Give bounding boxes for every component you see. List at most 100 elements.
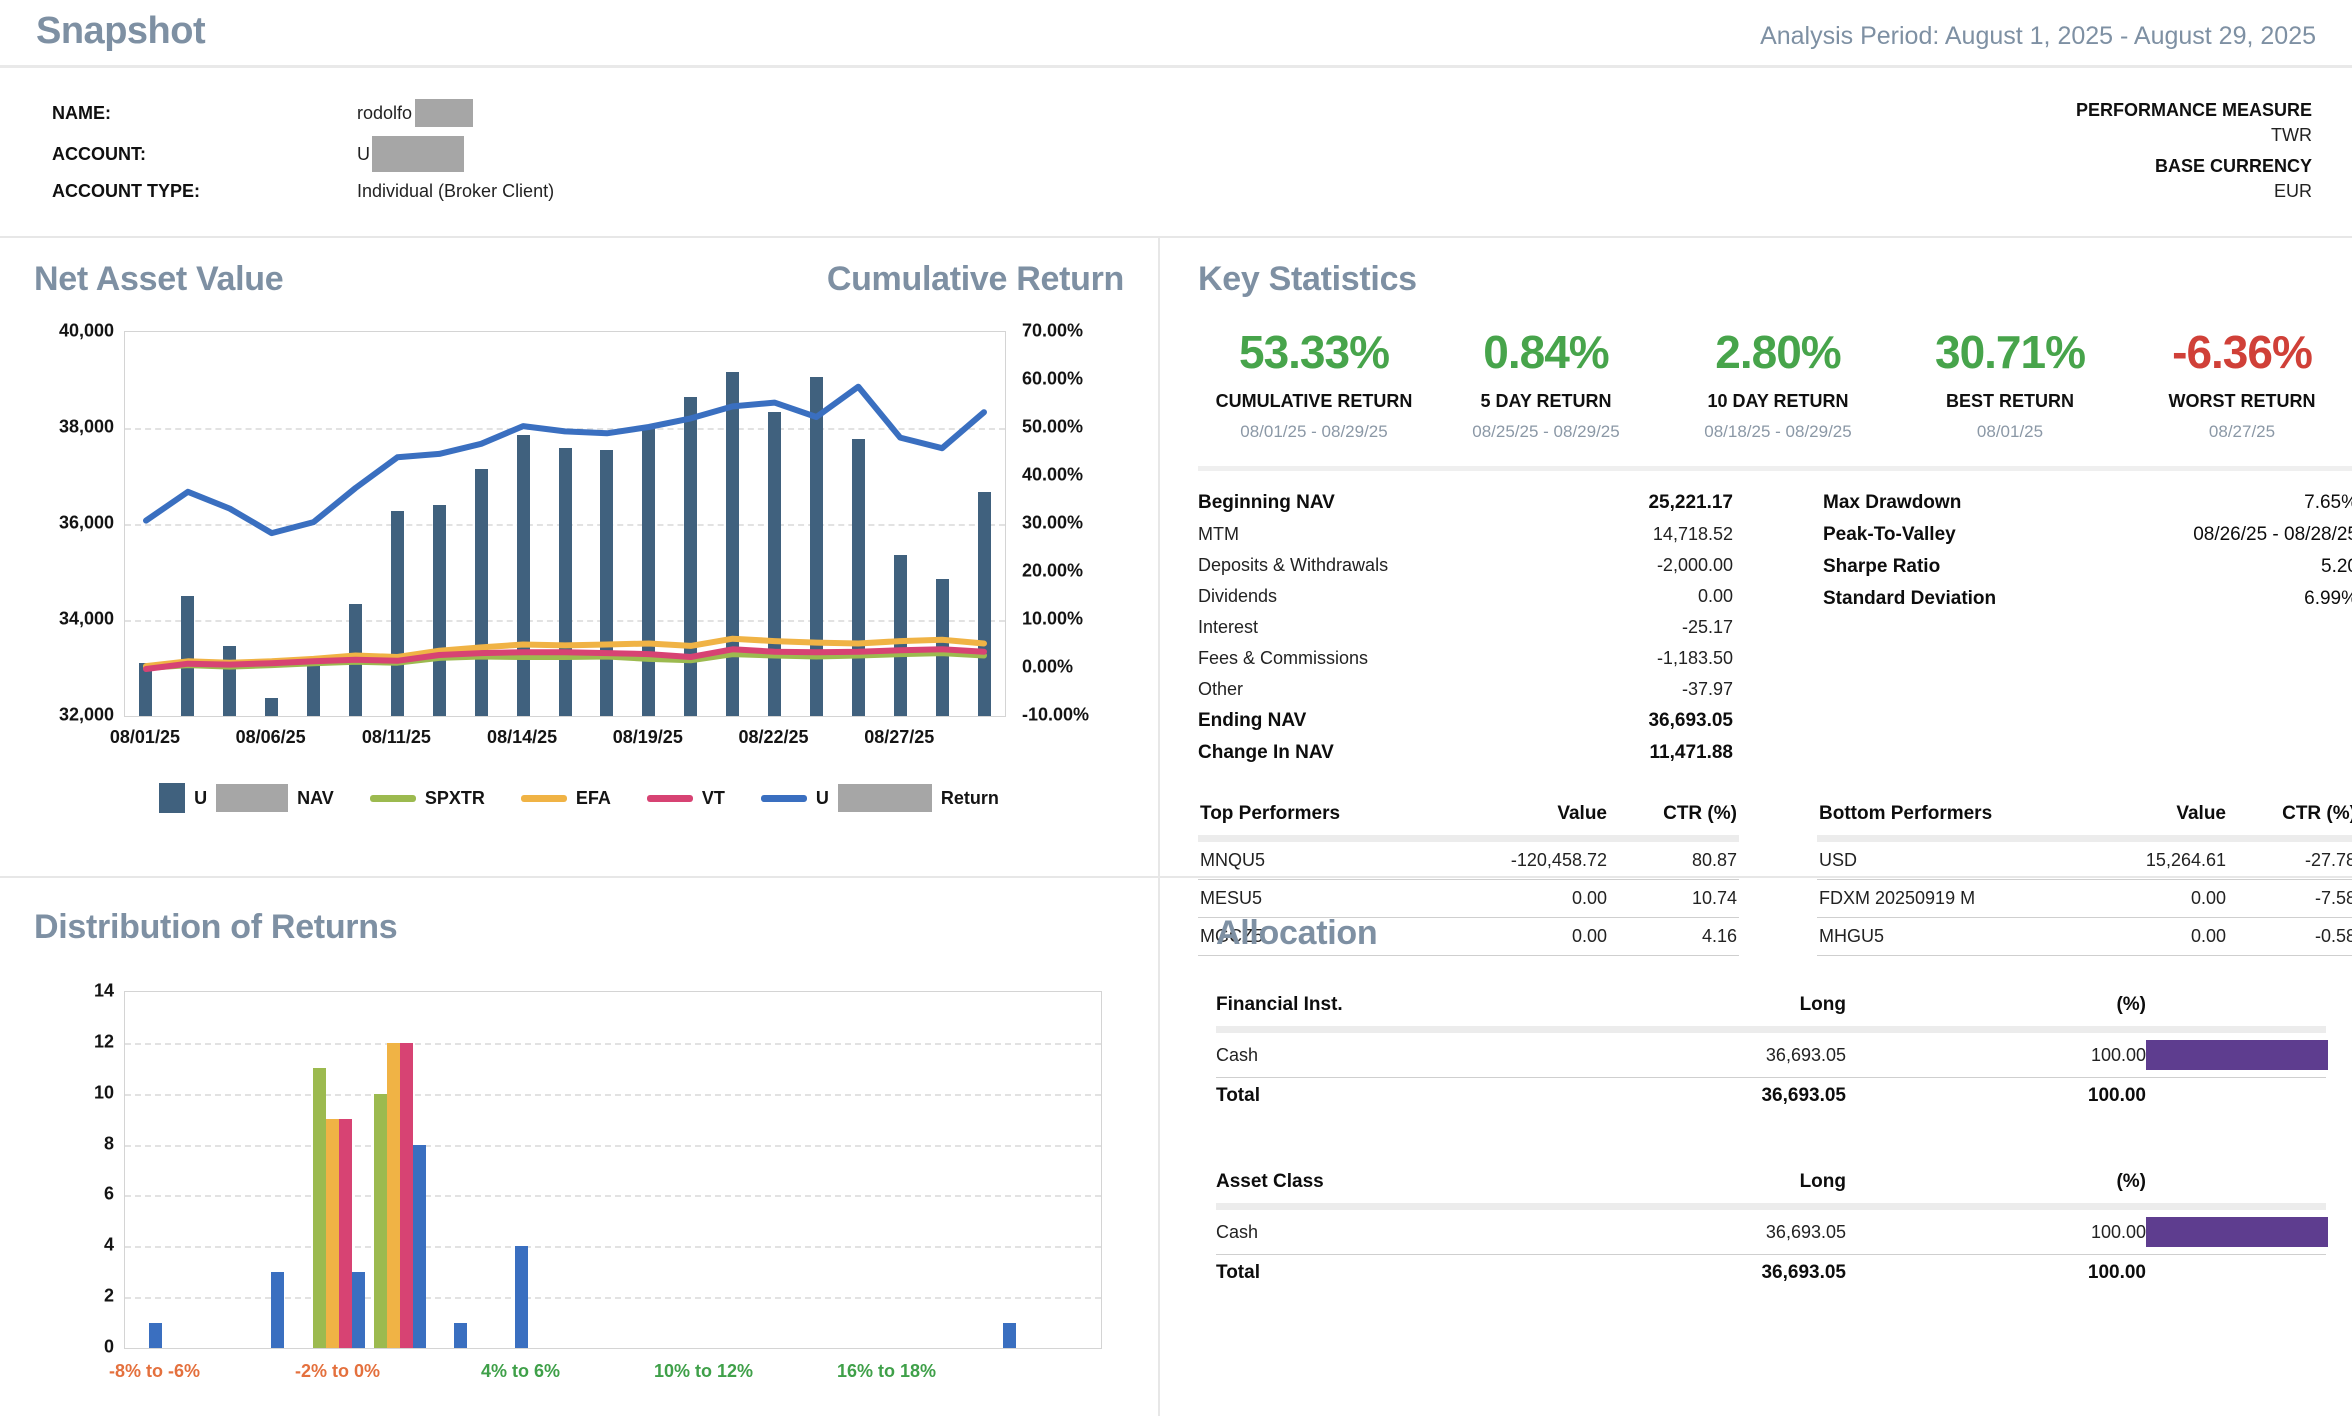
performer-row: FDXM 20250919 M0.00-7.58 <box>1817 880 2352 918</box>
stat-value: 2.80% <box>1662 325 1894 379</box>
account-info-label: ACCOUNT TYPE: <box>52 181 357 202</box>
stat-block: -6.36%WORST RETURN08/27/25 <box>2126 325 2352 442</box>
risk-metrics-table: Max Drawdown7.65%Peak-To-Valley08/26/25 … <box>1823 487 2352 769</box>
allocation-total-row: Total36,693.05100.00 <box>1216 1078 2326 1114</box>
stat-label: 5 DAY RETURN <box>1430 391 1662 412</box>
performers-header-row: Bottom PerformersValueCTR (%) <box>1817 795 2352 835</box>
legend-label: VT <box>702 788 725 809</box>
allocation-row: Cash36,693.05100.00 <box>1216 1033 2326 1077</box>
account-info-value: rodolfo <box>357 99 473 127</box>
nav-right-axis-tick: 50.00% <box>1022 417 1083 438</box>
allocation-tables: Financial Inst.Long(%)Cash36,693.05100.0… <box>1216 987 2352 1291</box>
account-info-value: Individual (Broker Client) <box>357 181 554 202</box>
analysis-period: Analysis Period: August 1, 2025 - August… <box>1760 22 2316 53</box>
distribution-y-tick: 8 <box>104 1133 114 1154</box>
nav-left-axis-tick: 38,000 <box>59 417 114 438</box>
nav-right-axis-tick: 20.00% <box>1022 561 1083 582</box>
allocation-row: Cash36,693.05100.00 <box>1216 1210 2326 1254</box>
nav-bar <box>600 450 613 716</box>
nav-row-value: -25.17 <box>1682 617 1733 638</box>
nav-table-row: Change In NAV11,471.88 <box>1198 737 1733 769</box>
nav-row-value: 36,693.05 <box>1648 710 1733 732</box>
allocation-bar-zone <box>2146 1040 2328 1070</box>
nav-row-label: Dividends <box>1198 586 1277 607</box>
distribution-y-tick: 4 <box>104 1235 114 1256</box>
allocation-long-value: 36,693.05 <box>1516 1222 1846 1243</box>
allocation-table: Asset ClassLong(%)Cash36,693.05100.00Tot… <box>1216 1164 2326 1291</box>
nav-row-label: Change In NAV <box>1198 742 1334 764</box>
stat-date-range: 08/18/25 - 08/29/25 <box>1662 422 1894 442</box>
instrument-value: 0.00 <box>1427 926 1607 947</box>
nav-bar <box>517 435 530 716</box>
nav-x-axis-tick: 08/22/25 <box>738 727 808 748</box>
legend-swatch-efa <box>521 795 567 802</box>
nav-row-label: Other <box>1198 679 1243 700</box>
legend-swatch-return_blue <box>761 795 807 802</box>
risk-row-value: 7.65% <box>2304 492 2352 514</box>
distribution-y-tick: 14 <box>94 981 114 1002</box>
histogram-bar-return_blue <box>149 1323 162 1348</box>
instrument-ctr: -7.58 <box>2226 888 2352 909</box>
account-info-rows: NAME:rodolfoACCOUNT:UACCOUNT TYPE:Indivi… <box>52 90 554 212</box>
stat-block: 53.33%CUMULATIVE RETURN08/01/25 - 08/29/… <box>1198 325 1430 442</box>
stat-block: 2.80%10 DAY RETURN08/18/25 - 08/29/25 <box>1662 325 1894 442</box>
nav-x-axis-tick: 08/11/25 <box>362 727 431 748</box>
nav-x-axis-tick: 08/27/25 <box>864 727 934 748</box>
stat-value: 53.33% <box>1198 325 1430 379</box>
pct-column-header: (%) <box>1846 1171 2146 1193</box>
stat-date-range: 08/27/25 <box>2126 422 2352 442</box>
allocation-header-row: Financial Inst.Long(%) <box>1216 987 2326 1026</box>
nav-bar <box>139 663 152 716</box>
allocation-pct-value: 100.00 <box>1846 1045 2146 1066</box>
instrument-symbol: MESU5 <box>1200 888 1427 909</box>
setting-label: PERFORMANCE MEASURE <box>2076 100 2312 121</box>
nav-chart-legend: UNAVSPXTREFAVTUReturn <box>34 783 1124 813</box>
histogram-bar-efa <box>387 1043 400 1348</box>
risk-row-label: Max Drawdown <box>1823 492 1961 514</box>
nav-table-row: Fees & Commissions-1,183.50 <box>1198 643 1733 674</box>
nav-bar <box>810 377 823 716</box>
instrument-value: 15,264.61 <box>2046 850 2226 871</box>
nav-row-label: Ending NAV <box>1198 710 1306 732</box>
nav-left-axis-tick: 32,000 <box>59 705 114 726</box>
nav-left-axis: 40,00038,00036,00034,00032,000 <box>34 331 124 715</box>
distribution-x-tick: -8% to -6% <box>109 1361 200 1382</box>
histogram-bar-vt <box>339 1119 352 1348</box>
header-band <box>1216 1203 2326 1210</box>
nav-row-value: 14,718.52 <box>1653 524 1733 545</box>
nav-x-axis-tick: 08/01/25 <box>110 727 180 748</box>
nav-bar <box>768 412 781 716</box>
instrument-ctr: -0.58 <box>2226 926 2352 947</box>
redaction-box <box>415 99 473 127</box>
nav-left-axis-tick: 40,000 <box>59 321 114 342</box>
legend-swatch-nav_bar <box>159 783 185 813</box>
distribution-x-axis: -8% to -6%-2% to 0%4% to 6%10% to 12%16%… <box>124 1349 1100 1387</box>
performer-row: MNQU5-120,458.7280.87 <box>1198 842 1739 880</box>
allocation-category-header: Financial Inst. <box>1216 994 1516 1016</box>
nav-bar <box>265 698 278 716</box>
allocation-header-row: Asset ClassLong(%) <box>1216 1164 2326 1203</box>
long-column-header: Long <box>1516 1171 1846 1193</box>
legend-swatch-vt <box>647 795 693 802</box>
nav-row-value: -2,000.00 <box>1657 555 1733 576</box>
distribution-y-tick: 6 <box>104 1184 114 1205</box>
risk-row-label: Sharpe Ratio <box>1823 556 1940 578</box>
stat-date-range: 08/01/25 <box>1894 422 2126 442</box>
nav-left-axis-tick: 36,000 <box>59 513 114 534</box>
right-column: Key Statistics 53.33%CUMULATIVE RETURN08… <box>1160 238 2352 1416</box>
ctr-column-header: CTR (%) <box>2226 803 2352 825</box>
setting-value: TWR <box>2076 125 2312 146</box>
left-column: Net Asset Value Cumulative Return 40,000… <box>0 238 1160 1416</box>
distribution-y-tick: 12 <box>94 1031 114 1052</box>
histogram-bar-spxtr <box>313 1068 326 1348</box>
allocation-category-header: Asset Class <box>1216 1171 1516 1193</box>
nav-row-value: 0.00 <box>1698 586 1733 607</box>
legend-label-prefix: U <box>816 788 829 809</box>
nav-right-axis-tick: 10.00% <box>1022 609 1083 630</box>
redaction-box <box>372 136 464 172</box>
nav-and-risk-tables: Beginning NAV25,221.17MTM14,718.52Deposi… <box>1198 487 2352 769</box>
nav-right-axis: 70.00%60.00%50.00%40.00%30.00%20.00%10.0… <box>1006 331 1124 715</box>
account-info-row: NAME:rodolfo <box>52 99 554 127</box>
nav-x-axis: 08/01/2508/06/2508/11/2508/14/2508/19/25… <box>124 717 1004 753</box>
legend-label-prefix: U <box>194 788 207 809</box>
